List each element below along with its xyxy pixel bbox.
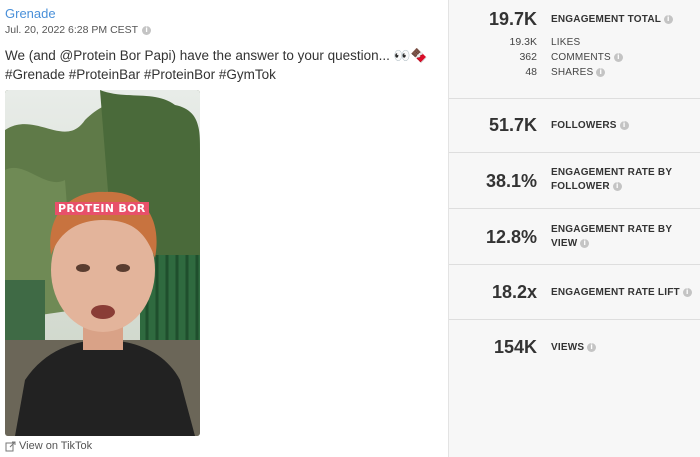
view-on-tiktok-label: View on TikTok [19, 440, 93, 452]
comments-label-text: COMMENTS [551, 52, 611, 63]
caption-line-1: We (and @Protein Bor Papi) have the answ… [5, 48, 428, 63]
brand-link[interactable]: Grenade [5, 6, 56, 21]
engagement-total-label: ENGAGEMENT TOTAL i [551, 13, 673, 27]
er-follower-value: 38.1% [485, 171, 537, 191]
er-view-label-line2-text: VIEW [551, 238, 578, 249]
followers-value: 51.7K [488, 115, 537, 135]
er-follower-label: ENGAGEMENT RATE BY FOLLOWER i [551, 166, 672, 194]
er-lift-label-text: ENGAGEMENT RATE LIFT [551, 287, 680, 298]
er-follower-label-line1: ENGAGEMENT RATE BY [551, 167, 673, 178]
info-icon[interactable]: i [663, 14, 673, 24]
info-icon[interactable]: i [580, 238, 590, 248]
followers-label-text: FOLLOWERS [551, 120, 617, 131]
metrics-panel: 19.7K ENGAGEMENT TOTAL i 19.3K LIKES 362… [448, 0, 700, 457]
post-date: Jul. 20, 2022 6:28 PM CEST i [5, 24, 152, 36]
er-view-label-line1: ENGAGEMENT RATE BY [551, 224, 673, 235]
followers-row: 51.7K FOLLOWERS i [449, 99, 700, 153]
info-icon[interactable]: i [682, 287, 692, 297]
er-follower-label-line2-text: FOLLOWER [551, 181, 610, 192]
views-label: VIEWS i [551, 341, 597, 355]
info-icon[interactable]: i [142, 25, 152, 35]
er-follower-row: 38.1% ENGAGEMENT RATE BY FOLLOWER i [449, 153, 700, 209]
info-icon[interactable]: i [619, 120, 629, 130]
er-view-row: 12.8% ENGAGEMENT RATE BY VIEW i [449, 209, 700, 265]
engagement-total-label-text: ENGAGEMENT TOTAL [551, 14, 661, 25]
shares-value: 48 [525, 66, 537, 78]
views-label-text: VIEWS [551, 342, 585, 353]
engagement-total-value: 19.7K [488, 9, 537, 29]
info-icon[interactable]: i [596, 67, 606, 77]
er-view-label-line2: VIEW i [551, 237, 672, 251]
er-lift-label: ENGAGEMENT RATE LIFT i [551, 286, 692, 300]
caption-hashtags: #Grenade #ProteinBar #ProteinBor #GymTok [5, 67, 276, 82]
likes-label: LIKES [551, 37, 581, 48]
shares-label-text: SHARES [551, 67, 594, 78]
comments-label: COMMENTS i [551, 52, 623, 63]
likes-value: 19.3K [509, 36, 537, 48]
er-lift-row: 18.2x ENGAGEMENT RATE LIFT i [449, 265, 700, 320]
er-follower-label-line2: FOLLOWER i [551, 180, 672, 194]
post-panel: Grenade Jul. 20, 2022 6:28 PM CEST i We … [0, 0, 448, 457]
er-lift-value: 18.2x [491, 282, 537, 302]
info-icon[interactable]: i [587, 342, 597, 352]
video-thumbnail[interactable]: PROTEIN BOR [5, 90, 200, 436]
view-on-tiktok-link[interactable]: View on TikTok [5, 440, 92, 452]
info-icon[interactable]: i [613, 52, 623, 62]
comments-value: 362 [519, 51, 537, 63]
followers-label: FOLLOWERS i [551, 119, 629, 133]
er-view-label: ENGAGEMENT RATE BY VIEW i [551, 223, 672, 251]
video-frame-image [5, 90, 200, 436]
er-view-value: 12.8% [485, 227, 537, 247]
views-row: 154K VIEWS i [449, 320, 700, 375]
shares-label: SHARES i [551, 67, 606, 78]
video-overlay-text: PROTEIN BOR [55, 202, 149, 215]
post-date-text: Jul. 20, 2022 6:28 PM CEST [5, 24, 139, 36]
external-link-icon [5, 441, 16, 451]
info-icon[interactable]: i [612, 181, 622, 191]
post-caption: We (and @Protein Bor Papi) have the answ… [5, 46, 435, 84]
engagement-total-row: 19.7K ENGAGEMENT TOTAL i 19.3K LIKES 362… [449, 0, 700, 99]
views-value: 154K [493, 337, 537, 357]
